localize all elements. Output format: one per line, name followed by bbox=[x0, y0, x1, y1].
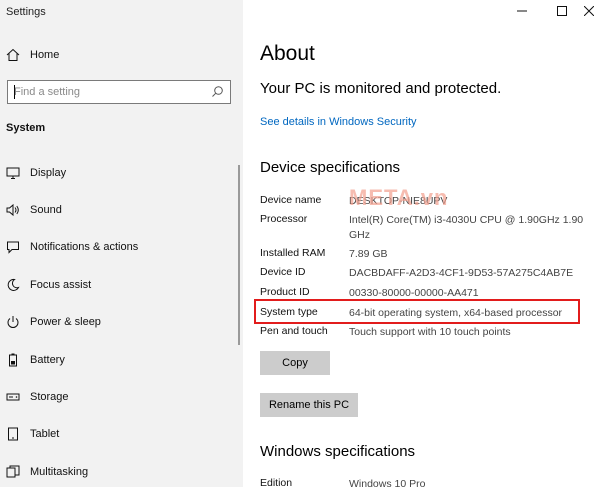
windows-specs-heading: Windows specifications bbox=[260, 443, 416, 460]
sidebar-item-power-sleep[interactable]: Power & sleep bbox=[0, 304, 236, 340]
sidebar-item-multitasking[interactable]: Multitasking bbox=[0, 454, 236, 487]
sidebar-scrollbar[interactable] bbox=[238, 165, 240, 345]
battery-icon bbox=[5, 352, 21, 368]
spec-value: 7.89 GB bbox=[349, 248, 388, 260]
protection-status: Your PC is monitored and protected. bbox=[260, 80, 502, 97]
sidebar-item-label: Storage bbox=[30, 391, 69, 403]
sidebar-item-label: Display bbox=[30, 167, 67, 179]
power-icon bbox=[5, 314, 21, 330]
spec-key: Pen and touch bbox=[260, 325, 328, 337]
device-specs-heading: Device specifications bbox=[260, 159, 401, 176]
sidebar-item-label: Battery bbox=[30, 354, 65, 366]
sidebar-item-label: Multitasking bbox=[30, 466, 89, 478]
app-title: Settings bbox=[6, 6, 46, 18]
spec-key: Device name bbox=[260, 194, 322, 206]
windows-security-link[interactable]: See details in Windows Security bbox=[260, 116, 417, 128]
monitor-icon bbox=[5, 165, 21, 181]
sidebar-item-label: Power & sleep bbox=[30, 316, 101, 328]
sidebar-item-label: Home bbox=[30, 49, 60, 61]
spec-value: Intel(R) Core(TM) i3-4030U CPU @ 1.90GHz… bbox=[349, 214, 584, 241]
section-title: System bbox=[6, 122, 46, 134]
spec-value: DACBDAFF-A2D3-4CF1-9D53-57A275C4AB7E bbox=[349, 267, 574, 279]
sidebar-item-label: Notifications & actions bbox=[30, 241, 139, 253]
system-type-highlight-box bbox=[254, 299, 580, 324]
sidebar-item-battery[interactable]: Battery bbox=[0, 342, 236, 378]
page-title: About bbox=[260, 42, 315, 65]
sidebar-item-home[interactable]: Home bbox=[0, 37, 236, 73]
message-icon bbox=[5, 239, 21, 255]
spec-key: Installed RAM bbox=[260, 247, 326, 259]
sidebar-item-sound[interactable]: Sound bbox=[0, 192, 236, 228]
sidebar-item-label: Sound bbox=[30, 204, 62, 216]
spec-key: Edition bbox=[260, 477, 293, 487]
spec-value: Touch support with 10 touch points bbox=[349, 326, 511, 338]
home-icon bbox=[5, 47, 21, 63]
rename-pc-button[interactable]: Rename this PC bbox=[260, 393, 358, 417]
spec-key: Processor bbox=[260, 213, 308, 225]
moon-icon bbox=[5, 277, 21, 293]
sidebar-item-label: Focus assist bbox=[30, 279, 92, 291]
sidebar-item-label: Tablet bbox=[30, 428, 60, 440]
search-box[interactable] bbox=[7, 80, 231, 104]
search-input[interactable] bbox=[14, 84, 204, 100]
spec-key: Product ID bbox=[260, 286, 310, 298]
main-content: About Your PC is monitored and protected… bbox=[243, 0, 600, 487]
storage-icon bbox=[5, 389, 21, 405]
sidebar-item-storage[interactable]: Storage bbox=[0, 379, 236, 415]
spec-value: Windows 10 Pro bbox=[349, 478, 426, 487]
copy-button[interactable]: Copy bbox=[260, 351, 330, 375]
tablet-icon bbox=[5, 426, 21, 442]
sidebar-item-tablet[interactable]: Tablet bbox=[0, 416, 236, 452]
sidebar-item-notifications[interactable]: Notifications & actions bbox=[0, 229, 236, 265]
search-icon[interactable] bbox=[211, 85, 224, 103]
sidebar-item-focus-assist[interactable]: Focus assist bbox=[0, 267, 236, 303]
spec-key: Device ID bbox=[260, 266, 306, 278]
sidebar: Settings Home System Display Sound Notif… bbox=[0, 0, 243, 487]
spec-value: DESKTOP-NIE8UPV bbox=[349, 195, 448, 207]
sidebar-item-display[interactable]: Display bbox=[0, 155, 236, 191]
multitasking-icon bbox=[5, 464, 21, 480]
speaker-icon bbox=[5, 202, 21, 218]
